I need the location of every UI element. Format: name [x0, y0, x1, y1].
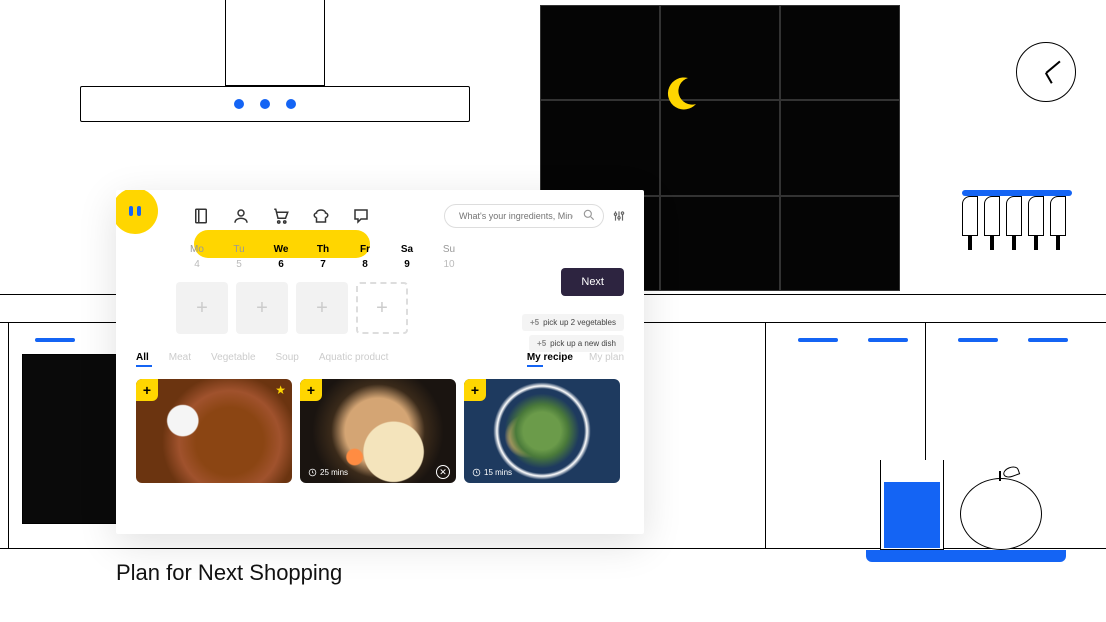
recipe-time: 25 mins: [308, 468, 348, 477]
cabinet-handle: [35, 338, 75, 342]
nav-icons: [192, 207, 370, 225]
cabinet-handle: [1028, 338, 1068, 342]
week-day-sa[interactable]: Sa9: [386, 244, 428, 270]
clock-illustration: [1016, 42, 1076, 102]
user-icon[interactable]: [232, 207, 250, 225]
recipe-card[interactable]: + ★: [136, 379, 292, 483]
cabinet-handle: [868, 338, 908, 342]
knife-icon: [1050, 196, 1066, 250]
tab-my-recipe[interactable]: My recipe: [527, 352, 573, 367]
week-row: Mo4 Tu5 We6 Th7 Fr8 Sa9 Su10: [116, 236, 644, 270]
tab-all[interactable]: All: [136, 352, 149, 367]
bg-line: [765, 322, 766, 548]
apple-illustration: [960, 478, 1042, 550]
tray-illustration: [866, 550, 1066, 562]
tab-meat[interactable]: Meat: [169, 352, 191, 367]
recipe-card[interactable]: + 25 mins ✕: [300, 379, 456, 483]
remove-recipe-icon[interactable]: ✕: [436, 465, 450, 479]
recipe-card[interactable]: + 15 mins: [464, 379, 620, 483]
search-area: [444, 204, 626, 228]
plan-slot[interactable]: +: [236, 282, 288, 334]
hood-body-illustration: [80, 86, 470, 122]
add-recipe-icon[interactable]: +: [300, 379, 322, 401]
app-header: [116, 190, 644, 236]
chat-icon[interactable]: [352, 207, 370, 225]
knife-icon: [1006, 196, 1022, 250]
tab-my-plan[interactable]: My plan: [589, 352, 624, 367]
knife-icon: [962, 196, 978, 250]
add-recipe-icon[interactable]: +: [464, 379, 486, 401]
cabinet-handle: [958, 338, 998, 342]
filter-icon[interactable]: [612, 209, 626, 223]
search-input[interactable]: [444, 204, 604, 228]
star-icon[interactable]: ★: [275, 383, 286, 397]
bg-line: [640, 322, 1106, 323]
week-day-su[interactable]: Su10: [428, 244, 470, 270]
plan-slot-add[interactable]: +: [356, 282, 408, 334]
knife-icon: [1028, 196, 1044, 250]
tab-aquatic[interactable]: Aquatic product: [319, 352, 389, 367]
plan-slot[interactable]: +: [176, 282, 228, 334]
knife-icon: [984, 196, 1000, 250]
plan-slot[interactable]: +: [296, 282, 348, 334]
cart-icon[interactable]: [272, 207, 290, 225]
glass-fill: [884, 482, 940, 548]
recipe-list: + ★ + 25 mins ✕ + 15 mins: [116, 373, 644, 483]
moon-icon: [660, 72, 700, 112]
suggestion-tag[interactable]: +5pick up 2 vegetables: [522, 314, 624, 331]
chef-icon[interactable]: [312, 207, 330, 225]
suggestion-list: +5pick up 2 vegetables +5pick up a new d…: [522, 310, 624, 352]
next-area: Next +5pick up 2 vegetables +5pick up a …: [522, 268, 624, 352]
page-caption: Plan for Next Shopping: [116, 560, 342, 586]
book-icon[interactable]: [192, 207, 210, 225]
recipe-time: 15 mins: [472, 468, 512, 477]
add-recipe-icon[interactable]: +: [136, 379, 158, 401]
hood-shaft-illustration: [225, 0, 325, 86]
tab-vegetable[interactable]: Vegetable: [211, 352, 256, 367]
search-icon[interactable]: [582, 208, 596, 222]
tab-soup[interactable]: Soup: [276, 352, 299, 367]
app-window: Mo4 Tu5 We6 Th7 Fr8 Sa9 Su10 + + + + Nex…: [116, 190, 644, 534]
suggestion-tag[interactable]: +5pick up a new dish: [529, 335, 624, 352]
next-button[interactable]: Next: [561, 268, 624, 296]
cabinet-handle: [798, 338, 838, 342]
bg-line: [8, 322, 9, 548]
